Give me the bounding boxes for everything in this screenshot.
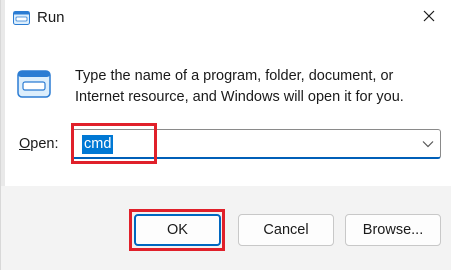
close-icon bbox=[423, 9, 435, 27]
chevron-down-icon[interactable] bbox=[420, 136, 436, 152]
open-input[interactable]: cmd bbox=[82, 135, 114, 154]
run-icon bbox=[17, 70, 51, 98]
open-label: Open: bbox=[19, 136, 59, 152]
title-bar[interactable]: Run bbox=[1, 0, 451, 38]
cancel-button[interactable]: Cancel bbox=[238, 214, 334, 246]
browse-button[interactable]: Browse... bbox=[345, 214, 441, 246]
run-icon bbox=[13, 11, 30, 25]
dialog-description: Type the name of a program, folder, docu… bbox=[75, 68, 404, 105]
close-button[interactable] bbox=[406, 0, 451, 36]
ok-button[interactable]: OK bbox=[134, 214, 221, 246]
run-dialog: Run Type the name of a program, folder, … bbox=[0, 0, 451, 270]
open-combobox[interactable]: cmd bbox=[71, 129, 441, 159]
window-title: Run bbox=[37, 9, 65, 26]
